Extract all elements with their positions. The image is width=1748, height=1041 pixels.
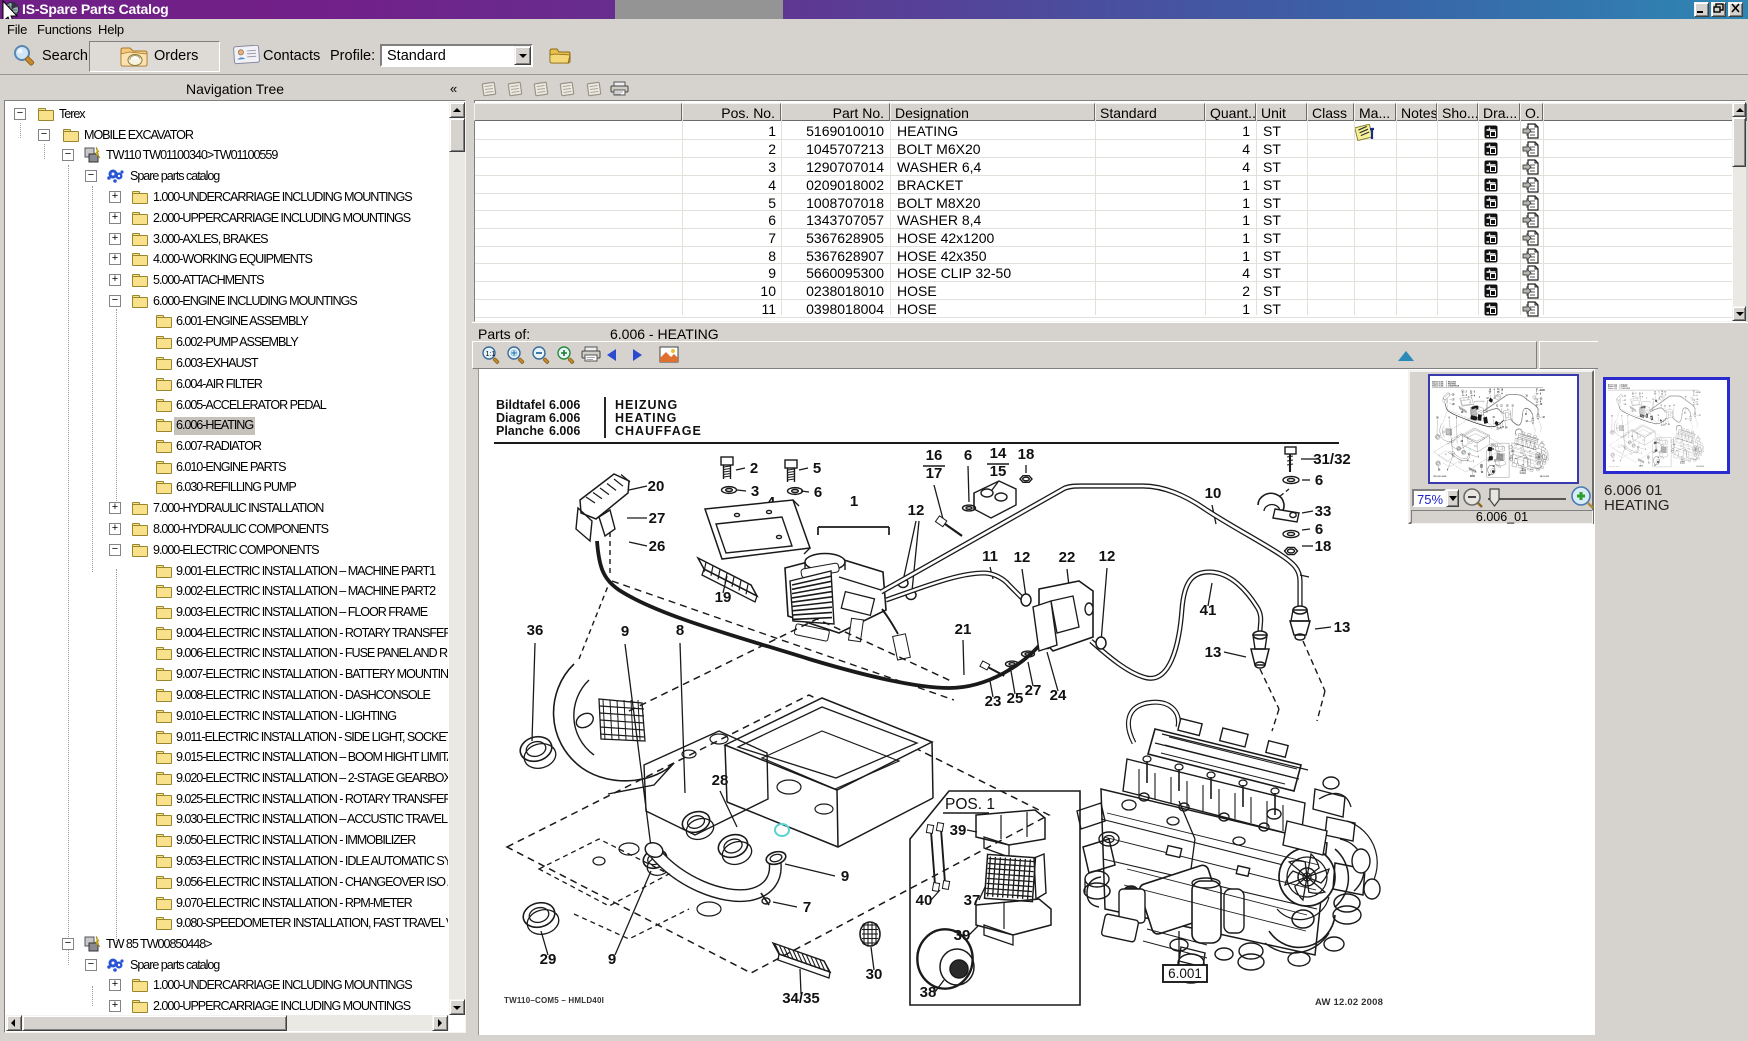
- svg-text:TW110–COM5 – HMLD40I: TW110–COM5 – HMLD40I: [504, 996, 604, 1005]
- svg-text:HEIZUNG: HEIZUNG: [615, 398, 678, 412]
- svg-text:13: 13: [1205, 644, 1222, 661]
- svg-text:15: 15: [990, 463, 1007, 480]
- svg-text:36: 36: [527, 622, 544, 639]
- svg-text:27: 27: [649, 510, 666, 527]
- svg-text:31/32: 31/32: [1313, 451, 1351, 468]
- svg-text:14: 14: [990, 445, 1007, 462]
- svg-text:HEATING: HEATING: [615, 411, 677, 425]
- svg-text:18: 18: [1315, 538, 1332, 555]
- svg-text:18: 18: [1018, 446, 1035, 463]
- svg-text:8: 8: [676, 622, 684, 639]
- svg-text:5: 5: [813, 460, 821, 477]
- svg-text:7: 7: [803, 899, 811, 916]
- svg-text:3: 3: [751, 483, 759, 500]
- svg-text:6.006: 6.006: [549, 424, 580, 438]
- svg-text:22: 22: [1059, 549, 1076, 566]
- svg-text:Bildtafel: Bildtafel: [496, 398, 545, 412]
- svg-text:20: 20: [648, 478, 665, 495]
- svg-text:2: 2: [750, 460, 758, 477]
- svg-text:33: 33: [1315, 503, 1332, 520]
- svg-text:12: 12: [1014, 549, 1031, 566]
- svg-text:10: 10: [1205, 485, 1222, 502]
- svg-text:16: 16: [926, 447, 943, 464]
- svg-text:12: 12: [908, 502, 925, 519]
- svg-text:1:1: 1:1: [486, 351, 496, 358]
- svg-text:6.006: 6.006: [549, 411, 580, 425]
- svg-text:6: 6: [814, 484, 822, 501]
- svg-text:12: 12: [1099, 548, 1116, 565]
- svg-text:6: 6: [964, 447, 972, 464]
- svg-text:37: 37: [964, 892, 981, 909]
- svg-text:Planche: Planche: [496, 424, 544, 438]
- svg-text:Diagram: Diagram: [496, 411, 546, 425]
- svg-text:6: 6: [1315, 472, 1323, 489]
- svg-text:40: 40: [916, 892, 933, 909]
- svg-text:9: 9: [841, 868, 849, 885]
- svg-text:CHAUFFAGE: CHAUFFAGE: [615, 424, 702, 438]
- svg-text:39: 39: [950, 822, 967, 839]
- svg-text:6: 6: [1315, 521, 1323, 538]
- svg-text:11: 11: [982, 548, 998, 565]
- svg-text:9: 9: [621, 623, 629, 640]
- svg-text:21: 21: [955, 621, 972, 638]
- svg-text:17: 17: [926, 465, 943, 482]
- svg-text:AW 12.02 2008: AW 12.02 2008: [1315, 997, 1383, 1008]
- svg-text:1: 1: [850, 493, 858, 510]
- svg-text:6.006: 6.006: [549, 398, 580, 412]
- svg-text:24: 24: [1050, 687, 1067, 704]
- svg-text:13: 13: [1334, 619, 1351, 636]
- svg-text:POS. 1: POS. 1: [945, 796, 995, 813]
- svg-text:6.001: 6.001: [1168, 966, 1202, 981]
- svg-text:26: 26: [649, 538, 666, 555]
